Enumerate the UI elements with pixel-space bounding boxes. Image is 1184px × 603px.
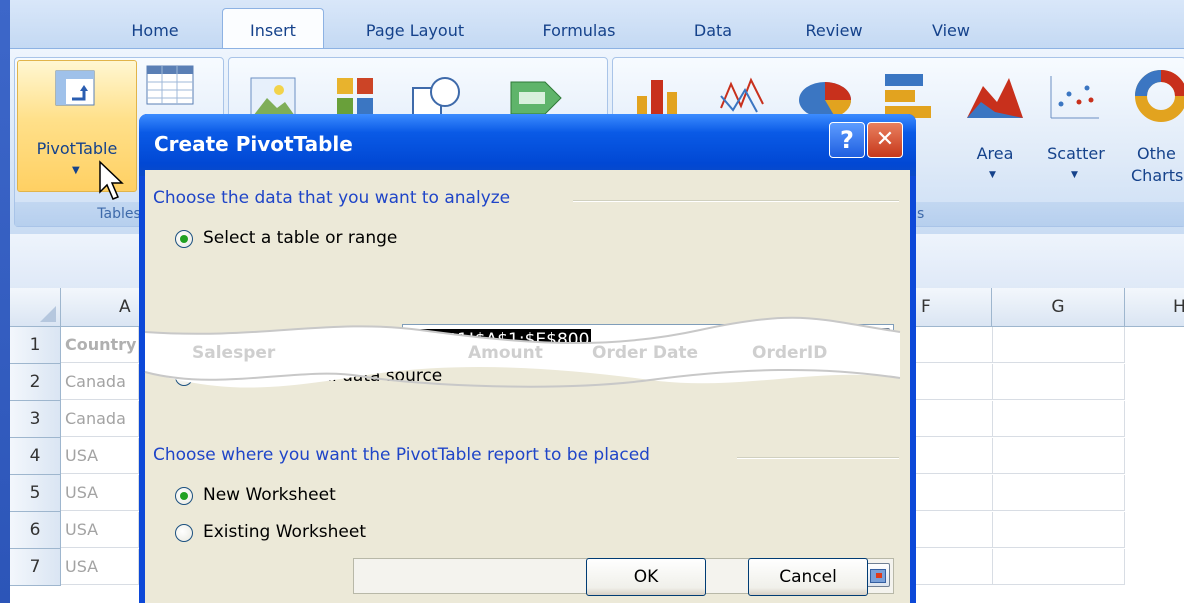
range-value: Sheet1!$A$1:$E$800 <box>406 329 592 351</box>
tab-home[interactable]: Home <box>112 14 198 48</box>
chevron-down-icon: ▼ <box>72 165 80 176</box>
close-button[interactable]: ✕ <box>867 122 903 158</box>
range-picker-button[interactable] <box>864 328 890 352</box>
column-label: A <box>119 297 131 317</box>
range-label: Table/Range: <box>245 330 355 350</box>
row-header[interactable]: 7 <box>10 549 61 586</box>
tab-page-layout[interactable]: Page Layout <box>350 14 480 48</box>
row-header[interactable]: 6 <box>10 512 61 549</box>
column-label: H <box>1173 297 1184 317</box>
option-select-table-label[interactable]: Select a table or range <box>203 228 397 248</box>
table-cell[interactable] <box>993 401 1125 437</box>
table-cell[interactable]: USA <box>61 438 139 474</box>
chevron-down-icon: ▼ <box>1071 170 1078 180</box>
table-cell[interactable] <box>915 327 993 363</box>
section-data-source: Choose the data that you want to analyze <box>153 188 511 208</box>
help-button[interactable]: ? <box>829 122 865 158</box>
column-label: F <box>921 297 931 317</box>
chevron-down-icon: ▼ <box>989 170 996 180</box>
table-range-input[interactable]: Sheet1!$A$1:$E$800 <box>402 324 894 356</box>
other-charts-icon[interactable] <box>1133 70 1184 124</box>
section-placement: Choose where you want the PivotTable rep… <box>153 445 650 465</box>
table-cell[interactable]: Canada <box>61 401 139 437</box>
row-header[interactable]: 3 <box>10 401 61 438</box>
table-cell[interactable] <box>915 401 993 437</box>
dialog-title: Create PivotTable <box>154 132 353 156</box>
dialog-titlebar[interactable]: Create PivotTable ? ✕ <box>139 114 916 176</box>
select-all-corner[interactable] <box>10 288 61 327</box>
table-cell[interactable] <box>915 364 993 400</box>
option-new-worksheet-label[interactable]: New Worksheet <box>203 485 336 505</box>
table-cell[interactable] <box>915 512 993 548</box>
tab-insert[interactable]: Insert <box>222 8 324 51</box>
ok-button[interactable]: OK <box>586 558 706 596</box>
table-cell[interactable] <box>915 549 993 585</box>
scatter-chart-icon[interactable] <box>1047 72 1101 122</box>
tab-data[interactable]: Data <box>678 14 748 48</box>
radio-select-table[interactable] <box>175 230 193 248</box>
row-header[interactable]: 4 <box>10 438 61 475</box>
table-cell[interactable]: USA <box>61 549 139 585</box>
window-frame: Home Insert Page Layout Formulas Data Re… <box>0 0 1184 603</box>
table-cell[interactable]: Canada <box>61 364 139 400</box>
column-header-h[interactable]: H <box>1125 288 1184 327</box>
collapse-dialog-icon <box>870 569 886 583</box>
cancel-button[interactable]: Cancel <box>748 558 868 596</box>
table-cell[interactable] <box>993 364 1125 400</box>
create-pivottable-dialog: Create PivotTable ? ✕ Choose the data th… <box>139 114 916 603</box>
option-external-source-label[interactable]: Use an external data source <box>203 366 442 386</box>
table-cell[interactable] <box>915 475 993 511</box>
tab-review[interactable]: Review <box>784 14 884 48</box>
column-header-g[interactable]: G <box>992 288 1125 327</box>
tab-formulas[interactable]: Formulas <box>524 14 634 48</box>
option-existing-worksheet-label[interactable]: Existing Worksheet <box>203 522 366 542</box>
row-header[interactable]: 1 <box>10 327 61 364</box>
mouse-cursor-icon <box>99 160 124 200</box>
table-cell[interactable]: USA <box>61 475 139 511</box>
table-cell[interactable] <box>993 475 1125 511</box>
table-cell[interactable] <box>993 512 1125 548</box>
divider <box>573 200 899 202</box>
tab-view[interactable]: View <box>916 14 986 48</box>
ribbon-tabs: Home Insert Page Layout Formulas Data Re… <box>10 0 1184 51</box>
scatter-chart-label: Scatter <box>1047 144 1105 163</box>
radio-existing-worksheet[interactable] <box>175 524 193 542</box>
pivottable-label: PivotTable <box>36 139 118 158</box>
row-header[interactable]: 5 <box>10 475 61 512</box>
table-icon[interactable] <box>145 64 197 108</box>
divider <box>737 457 899 459</box>
dialog-body: Choose the data that you want to analyze… <box>145 170 910 603</box>
area-chart-label: Area <box>976 144 1014 163</box>
row-header[interactable]: 2 <box>10 364 61 401</box>
table-cell[interactable] <box>993 327 1125 363</box>
other-charts-label-1: Othe <box>1137 144 1176 163</box>
pivottable-icon <box>55 70 95 106</box>
table-cell[interactable]: USA <box>61 512 139 548</box>
select-all-icon <box>40 306 56 322</box>
line-chart-icon[interactable] <box>717 72 767 118</box>
table-cell[interactable] <box>993 438 1125 474</box>
table-cell[interactable] <box>915 438 993 474</box>
area-chart-icon[interactable] <box>965 72 1025 122</box>
collapse-dialog-icon <box>870 334 886 348</box>
column-header-f[interactable]: F <box>915 288 992 327</box>
other-charts-label-2: Charts <box>1131 166 1184 185</box>
radio-external-source[interactable] <box>175 368 193 386</box>
radio-new-worksheet[interactable] <box>175 487 193 505</box>
table-cell[interactable] <box>993 549 1125 585</box>
table-cell[interactable]: Country <box>61 327 139 363</box>
